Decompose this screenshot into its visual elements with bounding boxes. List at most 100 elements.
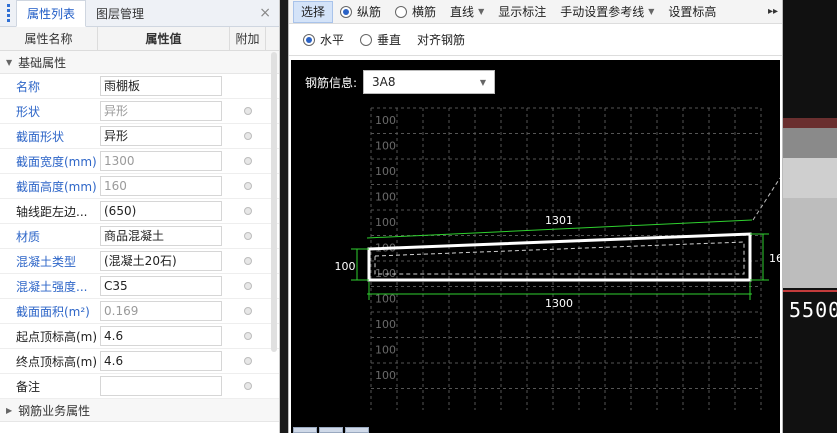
line-dropdown[interactable]: 直线 ▼ — [443, 1, 491, 23]
property-row[interactable]: 截面形状 异形 — [0, 124, 279, 149]
attach-toggle-icon[interactable] — [244, 207, 252, 215]
dropdown-label: 手动设置参考线 — [560, 5, 645, 19]
property-value-cell: 0.169 — [98, 301, 230, 321]
section-outline — [367, 232, 752, 282]
property-value-field[interactable]: (混凝土20石) — [100, 251, 222, 271]
attach-toggle-icon[interactable] — [244, 182, 252, 190]
manual-reference-line-dropdown[interactable]: 手动设置参考线 ▼ — [553, 1, 661, 23]
property-row[interactable]: 备注 — [0, 374, 279, 399]
attach-toggle-icon[interactable] — [244, 332, 252, 340]
grid-tick-label: 100 — [375, 318, 396, 331]
set-elevation-button[interactable]: 设置标高 — [661, 1, 723, 23]
group-basic-properties[interactable]: ▼ 基础属性 — [0, 51, 279, 74]
property-value-field[interactable]: C35 — [100, 276, 222, 296]
expand-triangle-icon[interactable]: ▶ — [6, 406, 12, 415]
property-row[interactable]: 形状 异形 — [0, 99, 279, 124]
property-value-cell: (650) — [98, 201, 230, 221]
property-row[interactable]: 名称 雨棚板 — [0, 74, 279, 99]
dropdown-label: 直线 — [450, 5, 475, 19]
collapse-triangle-icon[interactable]: ▼ — [6, 58, 12, 67]
group-label: 钢筋业务属性 — [18, 403, 91, 418]
property-value-field[interactable]: 1300 — [100, 151, 222, 171]
radio-on-icon[interactable] — [303, 33, 315, 46]
grid-tick-label: 100 — [375, 114, 396, 127]
property-value-field[interactable]: 异形 — [100, 126, 222, 146]
property-panel: 属性列表 图层管理 × 属性名称 属性值 附加 ▼ 基础属性 名称 雨棚板 形状 异形… — [0, 0, 280, 433]
close-icon[interactable]: × — [259, 5, 271, 21]
align-rebar-button[interactable]: 对齐钢筋 — [409, 29, 473, 51]
chevron-down-icon: ▼ — [648, 7, 655, 16]
property-value-cell: 异形 — [98, 126, 230, 146]
property-add-cell — [230, 107, 266, 115]
tab-layer-management[interactable]: 图层管理 — [86, 0, 154, 26]
attach-toggle-icon[interactable] — [244, 157, 252, 165]
bottom-button[interactable] — [319, 427, 343, 433]
property-value-field[interactable]: 4.6 — [100, 326, 222, 346]
show-dimensions-button[interactable]: 显示标注 — [491, 1, 553, 23]
property-name: 混凝土类型 — [16, 254, 77, 269]
property-value-cell: 商品混凝土 — [98, 226, 230, 246]
property-value-field[interactable]: (650) — [100, 201, 222, 221]
property-value-cell: 160 — [98, 176, 230, 196]
background-band — [783, 198, 837, 288]
rebar-info-select[interactable]: 3A8 ▼ — [363, 70, 496, 94]
property-row[interactable]: 混凝土强度... C35 — [0, 274, 279, 299]
attach-toggle-icon[interactable] — [244, 382, 252, 390]
property-value-field[interactable]: 0.169 — [100, 301, 222, 321]
property-row[interactable]: 截面面积(m²) 0.169 — [0, 299, 279, 324]
property-row[interactable]: 终点顶标高(m) 4.6 — [0, 349, 279, 374]
radio-longitudinal[interactable]: 纵筋 — [333, 1, 388, 23]
property-row[interactable]: 截面高度(mm) 160 — [0, 174, 279, 199]
attach-toggle-icon[interactable] — [244, 132, 252, 140]
property-value-field[interactable]: 160 — [100, 176, 222, 196]
column-header-name: 属性名称 — [0, 27, 98, 50]
overflow-icon[interactable]: ▸▸ — [764, 6, 782, 17]
property-name: 截面形状 — [16, 129, 65, 144]
rebar-editor-dialog: 选择 纵筋 横筋 直线 ▼ 显示标注 手动设置参考线 ▼ 设置标高 ▸▸ 水平 垂直… — [288, 0, 783, 433]
property-value-field[interactable]: 雨棚板 — [100, 76, 222, 96]
editor-toolbar: 选择 纵筋 横筋 直线 ▼ 显示标注 手动设置参考线 ▼ 设置标高 ▸▸ — [289, 0, 782, 24]
property-name: 截面面积(m²) — [16, 304, 90, 319]
attach-toggle-icon[interactable] — [244, 107, 252, 115]
radio-horizontal[interactable]: 水平 — [295, 29, 352, 51]
property-row[interactable]: 材质 商品混凝土 — [0, 224, 279, 249]
background-band — [783, 128, 837, 158]
property-value-field[interactable]: 4.6 — [100, 351, 222, 371]
radio-off-icon[interactable] — [360, 33, 373, 46]
tab-property-list[interactable]: 属性列表 — [16, 0, 87, 27]
select-button[interactable]: 选择 — [293, 0, 334, 23]
property-add-cell — [230, 307, 266, 315]
property-row[interactable]: 起点顶标高(m) 4.6 — [0, 324, 279, 349]
radio-on-icon[interactable] — [340, 5, 353, 18]
radio-label: 水平 — [320, 33, 345, 47]
group-rebar-business-properties[interactable]: ▶ 钢筋业务属性 — [0, 399, 279, 422]
property-name: 终点顶标高(m) — [16, 354, 98, 369]
section-drawing[interactable]: 1001001001001001001001001001001001301130… — [291, 60, 780, 433]
attach-toggle-icon[interactable] — [244, 357, 252, 365]
property-name: 轴线距左边... — [16, 204, 88, 219]
property-row[interactable]: 截面宽度(mm) 1300 — [0, 149, 279, 174]
property-value-cell: 异形 — [98, 101, 230, 121]
chevron-down-icon: ▼ — [479, 77, 487, 87]
radio-transverse[interactable]: 横筋 — [388, 1, 443, 23]
attach-toggle-icon[interactable] — [244, 282, 252, 290]
attach-toggle-icon[interactable] — [244, 257, 252, 265]
background-band — [783, 118, 837, 128]
property-row[interactable]: 混凝土类型 (混凝土20石) — [0, 249, 279, 274]
property-add-cell — [230, 157, 266, 165]
radio-off-icon[interactable] — [395, 5, 408, 18]
property-row[interactable]: 轴线距左边... (650) — [0, 199, 279, 224]
property-value-field[interactable] — [100, 376, 222, 396]
bottom-button[interactable] — [293, 427, 317, 433]
drag-grip-icon[interactable] — [0, 0, 16, 26]
property-value-field[interactable]: 商品混凝土 — [100, 226, 222, 246]
vertical-scrollbar[interactable] — [271, 52, 277, 352]
bottom-button[interactable] — [345, 427, 369, 433]
radio-vertical[interactable]: 垂直 — [352, 29, 409, 51]
property-value-field[interactable]: 异形 — [100, 101, 222, 121]
attach-toggle-icon[interactable] — [244, 307, 252, 315]
property-value-cell: 1300 — [98, 151, 230, 171]
grid-tick-label: 100 — [375, 140, 396, 153]
attach-toggle-icon[interactable] — [244, 232, 252, 240]
drawing-canvas[interactable]: 100 100 100 100 100 100 100 100 100 100 100 1301 130… — [291, 60, 780, 433]
